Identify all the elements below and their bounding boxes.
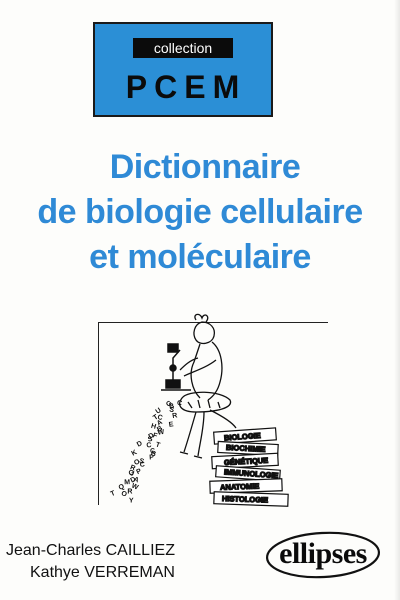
scattered-letter: K — [131, 449, 139, 458]
book-stack: BIOLOGIE BIOCHIMIE GÉNÉTIQUE IMMUNOLOGIE… — [209, 427, 289, 507]
title-line-3: et moléculaire — [89, 238, 311, 276]
scattered-letter: R — [172, 412, 178, 420]
book-label-6: HISTOLOGIE — [222, 494, 268, 505]
book-label-5: ANATOMIE — [220, 482, 260, 492]
scattered-letter: E — [168, 421, 174, 429]
collection-label: collection — [133, 38, 233, 58]
student-on-books-illustration: BIOLOGIE BIOCHIMIE GÉNÉTIQUE IMMUNOLOGIE… — [110, 313, 289, 507]
scattered-letter: M — [124, 479, 130, 486]
scattered-letter: P — [149, 454, 154, 461]
scattered-letters: G CBU SRTCEAHWBFSDTCDBCKS POR CPJGDAMQ WRT OY — [110, 399, 183, 504]
series-name: PCEM — [125, 69, 247, 105]
microscope-icon — [161, 343, 191, 391]
book-cover: collection PCEM Dictionnaire de biologie… — [0, 0, 400, 600]
author-1: Jean-Charles CAILLIEZ — [6, 542, 175, 559]
title-line-1: Dictionnaire — [109, 148, 301, 186]
scattered-letter: T — [155, 442, 162, 450]
title-line-2: de biologie cellulaire — [37, 193, 363, 231]
scattered-letter: Y — [129, 498, 134, 505]
publisher-name: ellipses — [279, 537, 367, 570]
page-edge — [394, 0, 400, 600]
book-title: Dictionnaire de biologie cellulaire et m… — [0, 145, 400, 280]
scattered-letter: C — [176, 400, 182, 408]
scattered-letter: P — [135, 468, 143, 476]
author-2: Kathye VERREMAN — [30, 564, 175, 581]
scattered-letter: R — [127, 489, 132, 496]
scattered-letter: C — [140, 461, 145, 468]
scattered-letter: T — [110, 490, 117, 498]
authors: Jean-Charles CAILLIEZ Kathye VERREMAN — [6, 540, 251, 584]
scattered-letter: D — [136, 440, 144, 449]
